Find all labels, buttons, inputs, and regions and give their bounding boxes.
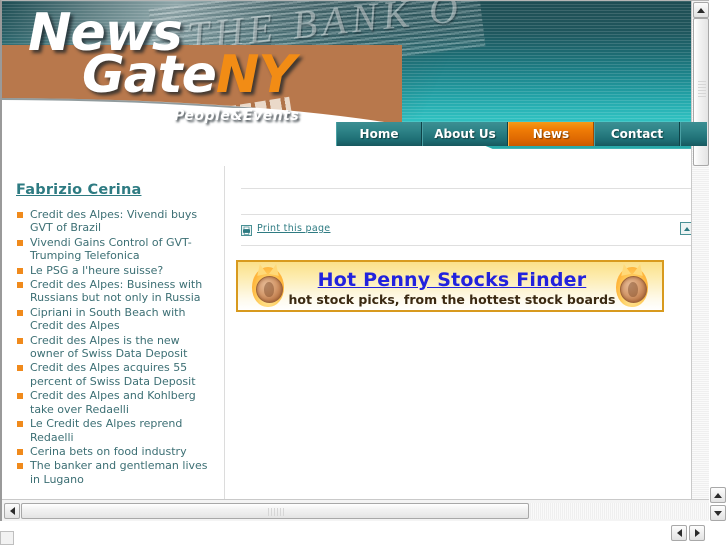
list-item[interactable]: Cipriani in South Beach with Credit des … [16, 306, 212, 333]
triangle-up-icon [683, 226, 690, 231]
horizontal-scroll-track[interactable] [530, 503, 709, 519]
list-item[interactable]: Le Credit des Alpes reprend Redaelli [16, 417, 212, 444]
list-item[interactable]: Cerina bets on food industry [16, 445, 212, 458]
list-item[interactable]: Credit des Alpes acquires 55 percent of … [16, 361, 212, 388]
nav-label: Home [359, 127, 399, 141]
outer-chrome-right [709, 0, 727, 545]
sidebar-news-list: Credit des Alpes: Vivendi buys GVT of Br… [16, 208, 212, 486]
header-white-base [2, 149, 707, 166]
arrow-up-icon [714, 492, 722, 498]
outer-vertical-buttons [710, 487, 726, 521]
page-frame: THE BANK O News GateNY People&Events Hom… [0, 0, 709, 521]
page-content: Fabrizio Cerina Credit des Alpes: Vivend… [2, 166, 707, 518]
print-row: Print this page [241, 221, 693, 236]
list-item[interactable]: The banker and gentleman lives in Lugano [16, 459, 212, 486]
arrow-left-icon [676, 529, 682, 537]
sidebar-title[interactable]: Fabrizio Cerina [16, 182, 212, 198]
divider-middle [241, 214, 693, 215]
arrow-right-icon [694, 529, 700, 537]
print-this-page-label: Print this page [257, 223, 331, 234]
ad-banner-subline: hot stock picks, from the hottest stock … [288, 292, 616, 307]
outer-horizontal-buttons [671, 525, 707, 543]
horizontal-scrollbar[interactable] [2, 499, 709, 521]
outer-scroll-left-button[interactable] [671, 525, 687, 541]
list-item[interactable]: Vivendi Gains Control of GVT-Trumping Te… [16, 236, 212, 263]
print-this-page-button[interactable]: Print this page [241, 223, 331, 236]
list-item[interactable]: Credit des Alpes: Business with Russians… [16, 278, 212, 305]
outer-scroll-up-button[interactable] [710, 487, 726, 503]
ad-banner-headline[interactable]: Hot Penny Stocks Finder [318, 269, 587, 291]
browser-window: THE BANK O News GateNY People&Events Hom… [0, 0, 727, 545]
site-header: THE BANK O News GateNY People&Events Hom… [2, 1, 707, 166]
bottom-left-corner-box [0, 531, 14, 545]
site-tagline: People&Events [174, 108, 300, 124]
list-item[interactable]: Credit des Alpes and Kohlberg take over … [16, 389, 212, 416]
nav-item-home[interactable]: Home [336, 122, 422, 146]
nav-item-about-us[interactable]: About Us [422, 122, 508, 146]
main-column: Print this page Hot Penny Stocks Finder … [225, 166, 707, 518]
nav-item-contact[interactable]: Contact [594, 122, 680, 146]
ad-banner[interactable]: Hot Penny Stocks Finder hot stock picks,… [236, 260, 664, 312]
logo-line-gateny: GateNY [82, 49, 296, 101]
arrow-up-icon [697, 7, 705, 13]
arrow-left-icon [9, 507, 15, 515]
printer-icon [241, 223, 252, 236]
outer-scroll-down-button[interactable] [710, 505, 726, 521]
scroll-thumb-grip [698, 81, 706, 99]
main-navigation: Home About Us News Contact [336, 122, 707, 146]
nav-filler [680, 122, 707, 146]
list-item[interactable]: Credit des Alpes: Vivendi buys GVT of Br… [16, 208, 212, 235]
logo-ny-text: NY [215, 45, 296, 105]
scroll-up-button[interactable] [693, 2, 709, 18]
nav-item-news[interactable]: News [508, 122, 594, 146]
divider-bottom [241, 245, 693, 246]
divider-top [241, 188, 693, 189]
ad-banner-text: Hot Penny Stocks Finder hot stock picks,… [238, 262, 662, 310]
outer-scroll-right-button[interactable] [689, 525, 705, 541]
horizontal-scroll-thumb[interactable] [21, 503, 529, 519]
scroll-left-button[interactable] [4, 503, 20, 519]
list-item[interactable]: Credit des Alpes is the new owner of Swi… [16, 334, 212, 361]
arrow-down-icon [714, 510, 722, 516]
nav-label: News [532, 127, 570, 141]
sidebar: Fabrizio Cerina Credit des Alpes: Vivend… [2, 166, 225, 518]
list-item[interactable]: Le PSG a l'heure suisse? [16, 264, 212, 277]
nav-label: Contact [610, 127, 664, 141]
vertical-scrollbar[interactable] [691, 1, 709, 521]
scroll-thumb-grip [268, 508, 286, 516]
site-logo[interactable]: News GateNY [28, 7, 296, 101]
logo-gate-text: Gate [82, 45, 217, 105]
nav-label: About Us [434, 127, 496, 141]
